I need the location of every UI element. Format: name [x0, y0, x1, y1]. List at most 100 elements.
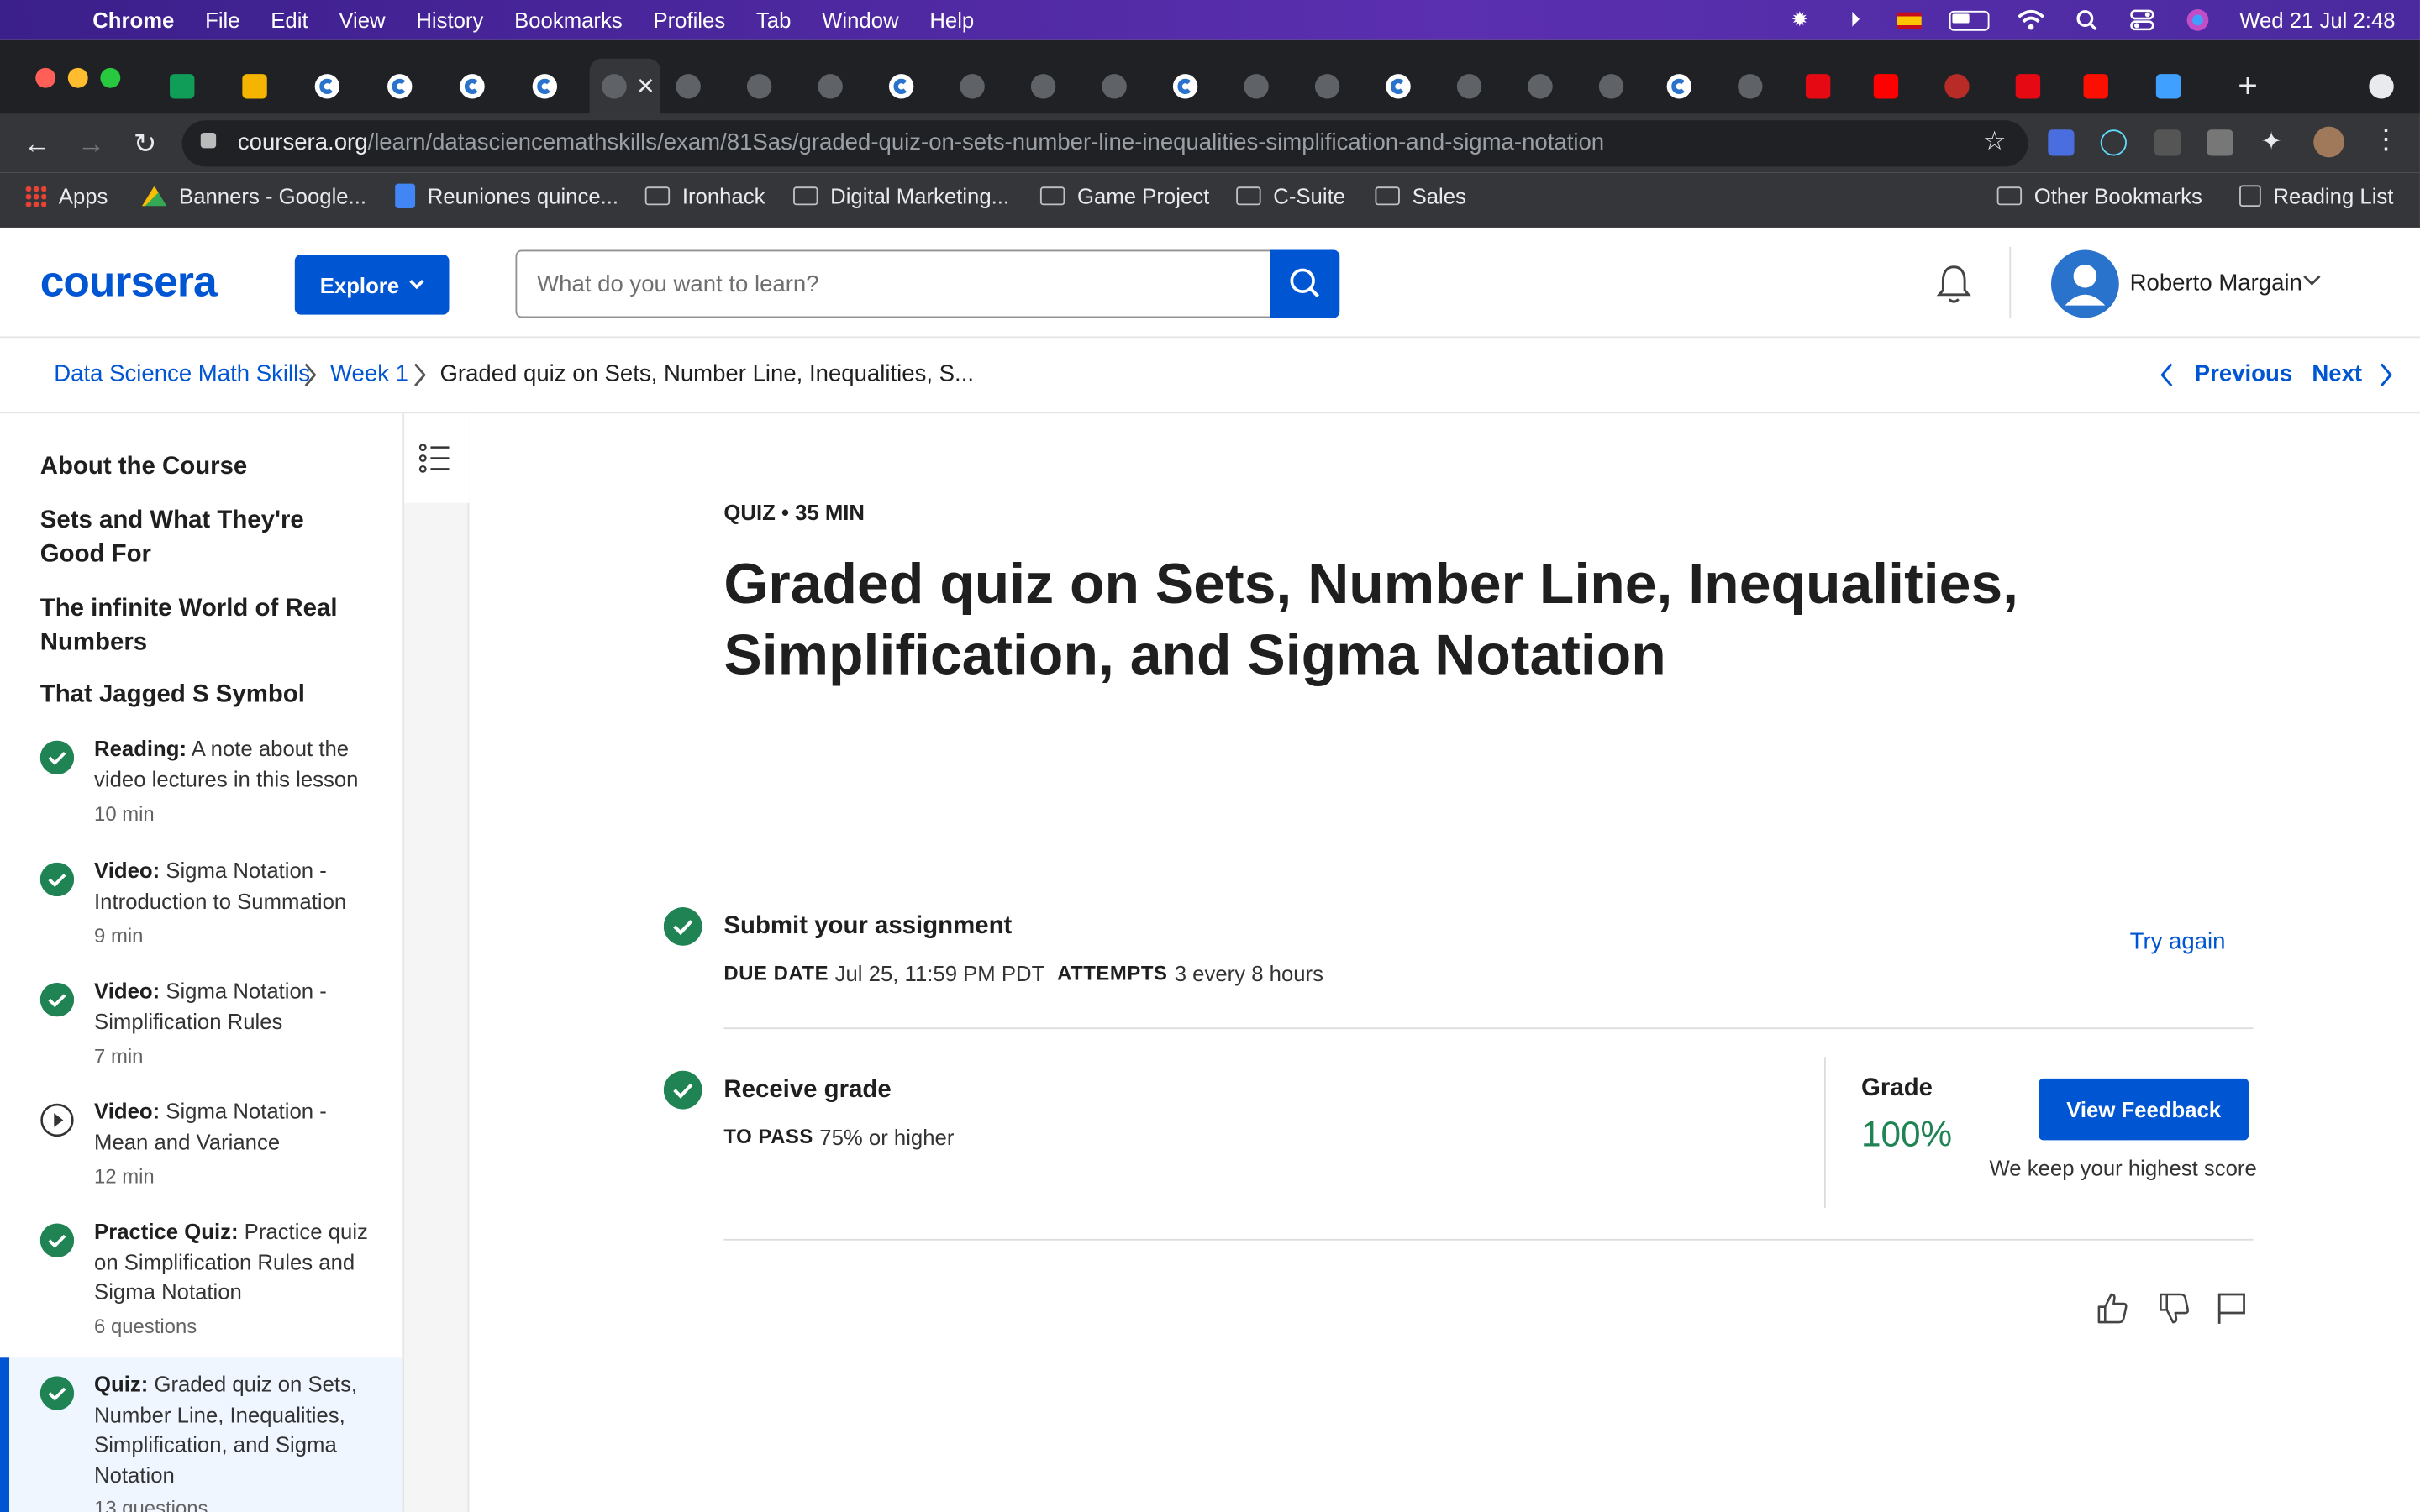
bookmark-reuniones[interactable]: Reuniones quince... [395, 183, 618, 208]
bookmark-star-icon[interactable]: ☆ [1983, 127, 2007, 158]
control-center-icon[interactable] [2128, 9, 2156, 31]
sidebar-item-practice-quiz[interactable]: Practice Quiz: Practice quiz on Simplifi… [0, 1217, 402, 1350]
outline-toggle-button[interactable] [404, 413, 470, 503]
new-tab-button[interactable]: + [2238, 59, 2258, 114]
reading-list[interactable]: Reading List [2239, 184, 2393, 208]
chevron-right-icon[interactable] [2378, 363, 2393, 387]
profile-avatar-icon[interactable] [2313, 126, 2344, 158]
browser-tab[interactable] [746, 59, 772, 114]
browser-tab[interactable] [888, 59, 914, 114]
bookmark-apps[interactable]: Apps [24, 184, 108, 208]
browser-tab[interactable] [170, 59, 195, 114]
forward-arrow-icon[interactable]: → [74, 127, 108, 160]
sidebar-section-sets[interactable]: Sets and What They're Good For [40, 505, 365, 573]
browser-tab[interactable] [1244, 59, 1269, 114]
next-link[interactable]: Next [2312, 361, 2362, 387]
lock-icon[interactable] [200, 132, 217, 149]
previous-link[interactable]: Previous [2195, 361, 2292, 387]
menu-edit[interactable]: Edit [271, 8, 308, 32]
browser-tab[interactable] [460, 59, 485, 114]
menu-app-name[interactable]: Chrome [92, 8, 174, 32]
sidebar-item-video[interactable]: Video: Sigma Notation - Introduction to … [0, 856, 402, 958]
window-minimize-button[interactable] [67, 67, 88, 88]
coursera-logo[interactable]: coursera [40, 258, 218, 307]
url-text[interactable]: coursera.org/learn/datasciencemathskills… [238, 129, 1604, 155]
browser-tab[interactable] [1666, 59, 1692, 114]
spotlight-search-icon[interactable] [2073, 9, 2101, 31]
react-devtools-icon[interactable] [2100, 129, 2127, 156]
browser-tab[interactable] [1102, 59, 1127, 114]
browser-tab[interactable] [1528, 59, 1553, 114]
battery-icon[interactable] [1949, 9, 1990, 30]
bookmark-c-suite[interactable]: C-Suite [1236, 184, 1345, 208]
bookmark-sales[interactable]: Sales [1375, 184, 1466, 208]
browser-tab[interactable] [818, 59, 843, 114]
sidebar-item-video[interactable]: Video: Sigma Notation - Mean and Varianc… [0, 1097, 402, 1199]
address-bar[interactable]: coursera.org/learn/datasciencemathskills… [182, 120, 2028, 167]
breadcrumb-course-link[interactable]: Data Science Math Skills [54, 361, 310, 387]
search-button[interactable] [1270, 249, 1340, 318]
browser-tab[interactable] [242, 59, 267, 114]
browser-tab[interactable] [1172, 59, 1198, 114]
menu-history[interactable]: History [416, 8, 483, 32]
sidebar-section-jagged-s[interactable]: That Jagged S Symbol [40, 679, 365, 712]
extension-icon[interactable] [2207, 129, 2233, 156]
menubar-clock[interactable]: Wed 21 Jul 2:48 [2239, 8, 2395, 32]
browser-menu-icon[interactable]: ⋮ [2372, 123, 2400, 155]
browser-tab[interactable] [1386, 59, 1411, 114]
menu-bookmarks[interactable]: Bookmarks [514, 8, 623, 32]
browser-tab[interactable] [1944, 59, 1970, 114]
play-circle-icon[interactable]: ⏵ [1841, 8, 1869, 31]
chevron-left-icon[interactable] [2160, 363, 2175, 387]
browser-tab[interactable] [2083, 59, 2108, 114]
browser-tab[interactable] [1805, 59, 1831, 114]
tab-search-button[interactable] [2369, 59, 2394, 114]
bookmark-digital-marketing[interactable]: Digital Marketing... [793, 184, 1009, 208]
search-input[interactable] [534, 251, 1250, 317]
back-arrow-icon[interactable]: ← [20, 127, 54, 160]
browser-tab[interactable] [676, 59, 701, 114]
browser-tab[interactable] [1873, 59, 1899, 114]
browser-tab[interactable] [1314, 59, 1340, 114]
bookmark-banners[interactable]: Banners - Google... [141, 184, 366, 208]
menu-view[interactable]: View [339, 8, 385, 32]
user-avatar[interactable] [2050, 249, 2119, 318]
chevron-down-icon[interactable] [2302, 275, 2321, 287]
sidebar-section-real-numbers[interactable]: The infinite World of Real Numbers [40, 592, 365, 660]
view-feedback-button[interactable]: View Feedback [2039, 1078, 2249, 1141]
menu-help[interactable]: Help [929, 8, 974, 32]
bookmark-game-project[interactable]: Game Project [1039, 184, 1209, 208]
browser-tab[interactable] [2015, 59, 2041, 114]
wifi-icon[interactable] [2018, 9, 2045, 31]
try-again-link[interactable]: Try again [2130, 929, 2226, 955]
explore-button[interactable]: Explore [294, 255, 450, 315]
thumbs-down-icon[interactable] [2156, 1289, 2193, 1326]
input-source-flag-icon[interactable] [1897, 11, 1922, 29]
sidebar-item-reading[interactable]: Reading: A note about the video lectures… [0, 734, 402, 836]
breadcrumb-week-link[interactable]: Week 1 [330, 361, 408, 387]
flag-icon[interactable] [2213, 1289, 2250, 1326]
thumbs-up-icon[interactable] [2094, 1289, 2131, 1326]
siri-icon[interactable] [2184, 9, 2212, 31]
window-zoom-button[interactable] [100, 67, 121, 88]
menu-profiles[interactable]: Profiles [653, 8, 725, 32]
sidebar-item-graded-quiz-active[interactable]: Quiz: Graded quiz on Sets, Number Line, … [0, 1357, 403, 1512]
browser-tab[interactable] [532, 59, 558, 114]
user-name[interactable]: Roberto Margain [2130, 270, 2302, 296]
tab-close-icon[interactable]: ✕ [636, 72, 655, 100]
sun-icon[interactable]: ✹ [1786, 8, 1813, 31]
browser-tab[interactable] [1456, 59, 1482, 114]
bookmark-ironhack[interactable]: Ironhack [644, 184, 765, 208]
browser-tab[interactable] [1030, 59, 1056, 114]
browser-tab-active[interactable]: ✕ [589, 58, 661, 114]
menu-tab[interactable]: Tab [756, 8, 791, 32]
browser-tab[interactable] [314, 59, 340, 114]
extension-icon[interactable] [2154, 129, 2181, 156]
notification-bell-icon[interactable] [1931, 260, 1977, 307]
browser-tab[interactable] [387, 59, 413, 114]
reload-icon[interactable]: ↻ [128, 127, 161, 160]
browser-tab[interactable] [1598, 59, 1624, 114]
sidebar-section-about[interactable]: About the Course [40, 450, 365, 484]
extension-icon[interactable] [2048, 129, 2075, 156]
window-close-button[interactable] [35, 67, 56, 88]
